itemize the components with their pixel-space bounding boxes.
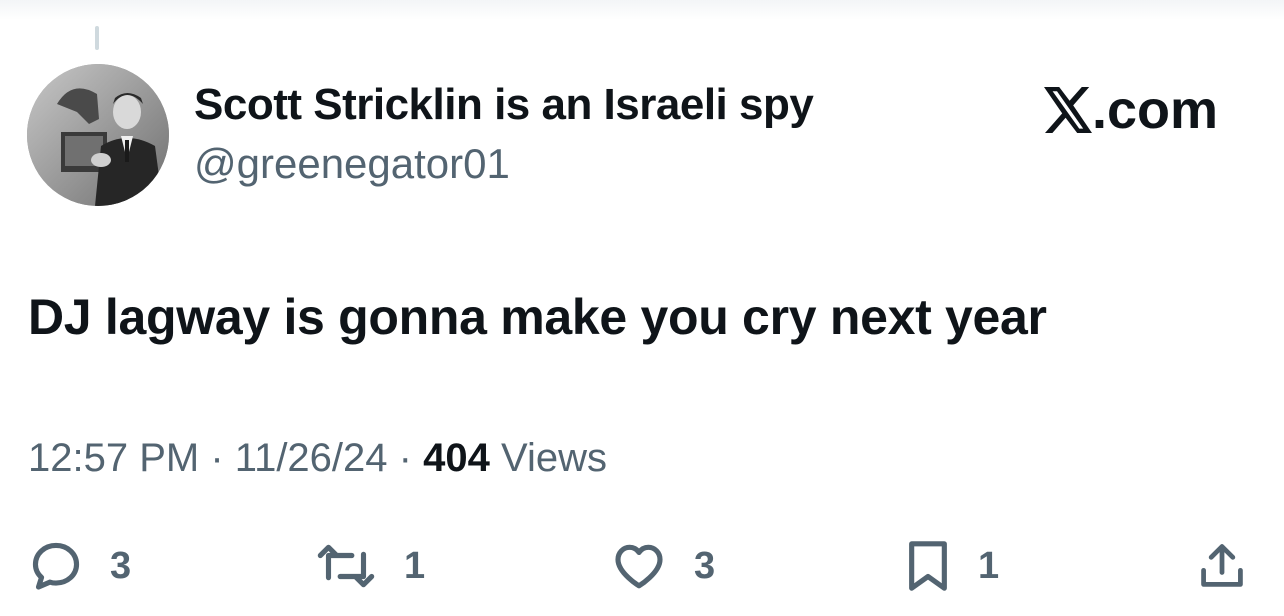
reply-button[interactable]: 3 bbox=[28, 536, 131, 596]
action-bar: 3 1 3 1 bbox=[0, 536, 1284, 596]
like-button[interactable]: 3 bbox=[610, 536, 715, 596]
retweet-icon bbox=[317, 544, 375, 588]
avatar[interactable] bbox=[27, 64, 169, 206]
tweet-date[interactable]: 11/26/24 bbox=[235, 436, 388, 480]
share-button[interactable] bbox=[1196, 536, 1248, 596]
tweet-text: DJ lagway is gonna make you cry next yea… bbox=[28, 289, 1047, 345]
tweet-time[interactable]: 12:57 PM bbox=[28, 436, 199, 480]
reply-count: 3 bbox=[110, 544, 132, 587]
tweet-meta: 12:57 PM · 11/26/24 · 404 Views bbox=[28, 436, 607, 481]
user-handle[interactable]: @greenegator01 bbox=[194, 140, 510, 188]
like-icon bbox=[615, 544, 663, 589]
bookmark-button[interactable]: 1 bbox=[904, 536, 999, 596]
views-label: Views bbox=[500, 436, 607, 480]
meta-separator: · bbox=[398, 436, 412, 480]
like-count: 3 bbox=[694, 544, 716, 587]
top-strip bbox=[0, 0, 1284, 20]
x-logo: .com bbox=[1044, 82, 1218, 138]
meta-separator: · bbox=[210, 436, 224, 480]
retweet-button[interactable]: 1 bbox=[314, 536, 425, 596]
thread-line bbox=[95, 26, 99, 50]
retweet-count: 1 bbox=[404, 544, 426, 587]
reply-icon bbox=[32, 542, 80, 590]
avatar-photo bbox=[27, 64, 169, 206]
bookmark-count: 1 bbox=[978, 544, 1000, 587]
x-logo-icon bbox=[1044, 87, 1092, 133]
display-name[interactable]: Scott Stricklin is an Israeli spy bbox=[194, 80, 814, 130]
bookmark-icon bbox=[909, 541, 947, 591]
share-icon bbox=[1201, 544, 1243, 587]
views-count: 404 bbox=[423, 436, 490, 480]
x-logo-text: .com bbox=[1092, 80, 1219, 140]
